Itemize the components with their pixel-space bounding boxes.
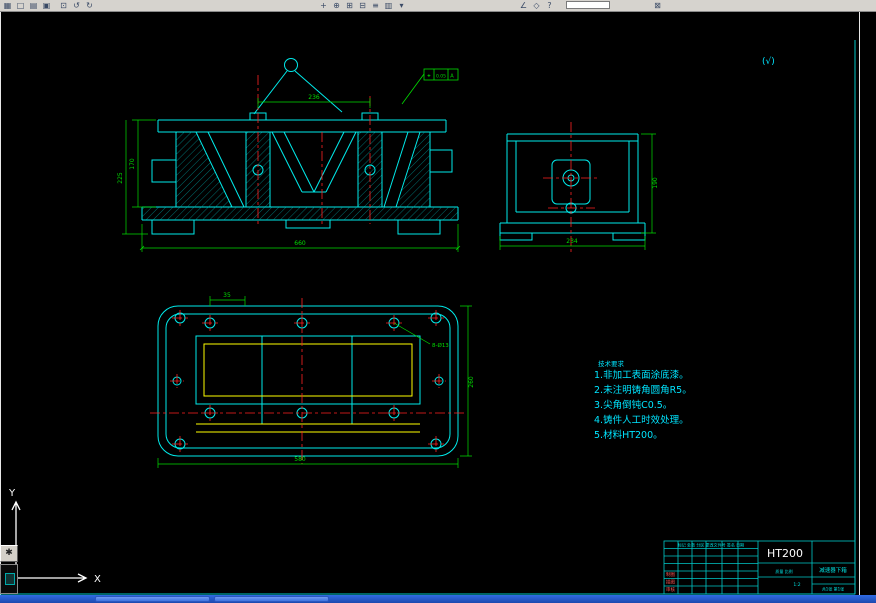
undo-icon[interactable]: ↺ bbox=[71, 1, 82, 11]
layers-icon[interactable]: ≡ bbox=[370, 1, 381, 11]
title-block-sheet-info: 共1张 第1张 bbox=[822, 586, 844, 592]
dim-plan-holes: 8-Ø13 bbox=[432, 342, 449, 349]
tech-notes: 技术要求 1.非加工表面涂底漆。 2.未注明铸角圆角R5。 3.尖角倒钝C0.5… bbox=[594, 359, 692, 441]
top-toolbar: ▦ □ ▤ ▣ ⊡ ↺ ↻ + ⊕ ⊞ ⊟ ≡ ▥ ▾ ∠ ◇ ? ⊠ bbox=[0, 0, 876, 12]
zoom-window-icon[interactable]: ⊞ bbox=[344, 1, 355, 11]
gdt-value: 0.05 bbox=[436, 74, 446, 80]
toolbar-group-tools: ∠ ◇ ? bbox=[518, 1, 555, 11]
plan-view bbox=[157, 305, 459, 457]
toolbar-group-file: ▦ □ ▤ ▣ bbox=[2, 1, 52, 11]
floating-thumbnail-button[interactable] bbox=[0, 564, 18, 594]
dim-plan-right: 260 bbox=[468, 376, 475, 388]
title-block: HT200 减速器下箱 标记 处数 分区 更改文件号 签名 日期 制图 描图 审… bbox=[663, 540, 856, 595]
dim-side-right: 190 bbox=[652, 177, 659, 189]
zoom-realtime-icon[interactable]: ⊕ bbox=[331, 1, 342, 11]
dim-plan-top: 35 bbox=[223, 292, 231, 299]
thumbnail-icon bbox=[5, 573, 15, 585]
tech-note-line: 5.材料HT200。 bbox=[594, 429, 663, 441]
plan-view-dimensions: 35 580 260 8-Ø13 bbox=[157, 292, 475, 468]
side-view bbox=[499, 133, 646, 241]
gdt-frame: ⌖ 0.05 A bbox=[401, 68, 459, 105]
toolbar-combobox[interactable] bbox=[566, 1, 610, 9]
floating-star-button[interactable]: ✱ bbox=[0, 545, 18, 562]
toolbar-group-view: + ⊕ ⊞ ⊟ ≡ ▥ ▾ bbox=[318, 1, 407, 11]
star-icon: ✱ bbox=[5, 548, 13, 558]
cad-application-window: ▦ □ ▤ ▣ ⊡ ↺ ↻ + ⊕ ⊞ ⊟ ≡ ▥ ▾ ∠ ◇ ? ⊠ 236 … bbox=[0, 0, 876, 603]
detail-balloon bbox=[284, 58, 298, 72]
tech-note-line: 3.尖角倒钝C0.5。 bbox=[594, 399, 672, 411]
surface-finish-symbol: (√) bbox=[762, 56, 775, 67]
sheet-border bbox=[0, 40, 856, 595]
dim-front-bottom: 660 bbox=[294, 240, 306, 247]
taskbar-button-1[interactable] bbox=[95, 596, 210, 602]
dim-plan-bottom: 580 bbox=[294, 456, 306, 463]
dim-front-top: 236 bbox=[308, 94, 320, 101]
dim-front-left-a: 170 bbox=[129, 158, 136, 170]
plot-preview-icon[interactable]: ⊠ bbox=[652, 1, 663, 11]
taskbar-button-2[interactable] bbox=[214, 596, 329, 602]
redo-icon[interactable]: ↻ bbox=[84, 1, 95, 11]
osnap-icon[interactable]: ◇ bbox=[531, 1, 542, 11]
taskbar bbox=[0, 595, 876, 603]
title-block-row-b: 描图 bbox=[666, 579, 675, 586]
plan-view-centerlines bbox=[150, 298, 466, 464]
title-block-header-row: 标记 处数 分区 更改文件号 签名 日期 bbox=[678, 542, 744, 548]
gdt-symbol-icon: ⌖ bbox=[427, 73, 431, 80]
drawing-svg: 236 660 170 225 ⌖ 0.05 A 234 190 35 580 … bbox=[0, 12, 860, 595]
tech-note-line: 1.非加工表面涂底漆。 bbox=[594, 369, 689, 381]
plan-view-yellow-lines bbox=[196, 343, 420, 433]
tech-notes-title: 技术要求 bbox=[598, 359, 625, 368]
toolbar-group-plot: ⊠ bbox=[652, 1, 663, 11]
pan-icon[interactable]: + bbox=[318, 1, 329, 11]
dim-front-left-b: 225 bbox=[117, 172, 124, 184]
zoom-previous-icon[interactable]: ⊟ bbox=[357, 1, 368, 11]
dim-side-bottom: 234 bbox=[566, 238, 578, 245]
tech-note-line: 4.铸件人工时效处理。 bbox=[594, 414, 689, 426]
front-section-view bbox=[141, 58, 459, 235]
measure-icon[interactable]: ∠ bbox=[518, 1, 529, 11]
toolbar-dropdown-icon[interactable]: ▾ bbox=[396, 1, 407, 11]
new-file-icon[interactable]: □ bbox=[15, 1, 26, 11]
title-block-row-c: 审核 bbox=[666, 586, 675, 593]
title-block-part-name: 减速器下箱 bbox=[819, 566, 847, 574]
tech-note-line: 2.未注明铸角圆角R5。 bbox=[594, 384, 692, 396]
save-icon[interactable]: ▣ bbox=[41, 1, 52, 11]
title-block-material: HT200 bbox=[767, 547, 803, 560]
help-icon[interactable]: ? bbox=[544, 1, 555, 11]
title-block-row-a: 制图 bbox=[666, 571, 675, 578]
title-block-mid-labels: 质量 比例 bbox=[775, 568, 792, 574]
properties-icon[interactable]: ▥ bbox=[383, 1, 394, 11]
canvas-frame bbox=[0, 12, 860, 595]
print-icon[interactable]: ⊡ bbox=[58, 1, 69, 11]
ucs-icon: Y X bbox=[8, 488, 101, 585]
gdt-datum: A bbox=[450, 74, 454, 80]
ucs-y-label: Y bbox=[8, 488, 16, 499]
ucs-x-label: X bbox=[94, 574, 101, 585]
drawing-area[interactable]: 236 660 170 225 ⌖ 0.05 A 234 190 35 580 … bbox=[0, 12, 876, 595]
title-block-scale-value: 1:2 bbox=[793, 582, 800, 588]
toolbar-group-edit: ⊡ ↺ ↻ bbox=[58, 1, 95, 11]
open-file-icon[interactable]: ▤ bbox=[28, 1, 39, 11]
app-menu-icon[interactable]: ▦ bbox=[2, 1, 13, 11]
